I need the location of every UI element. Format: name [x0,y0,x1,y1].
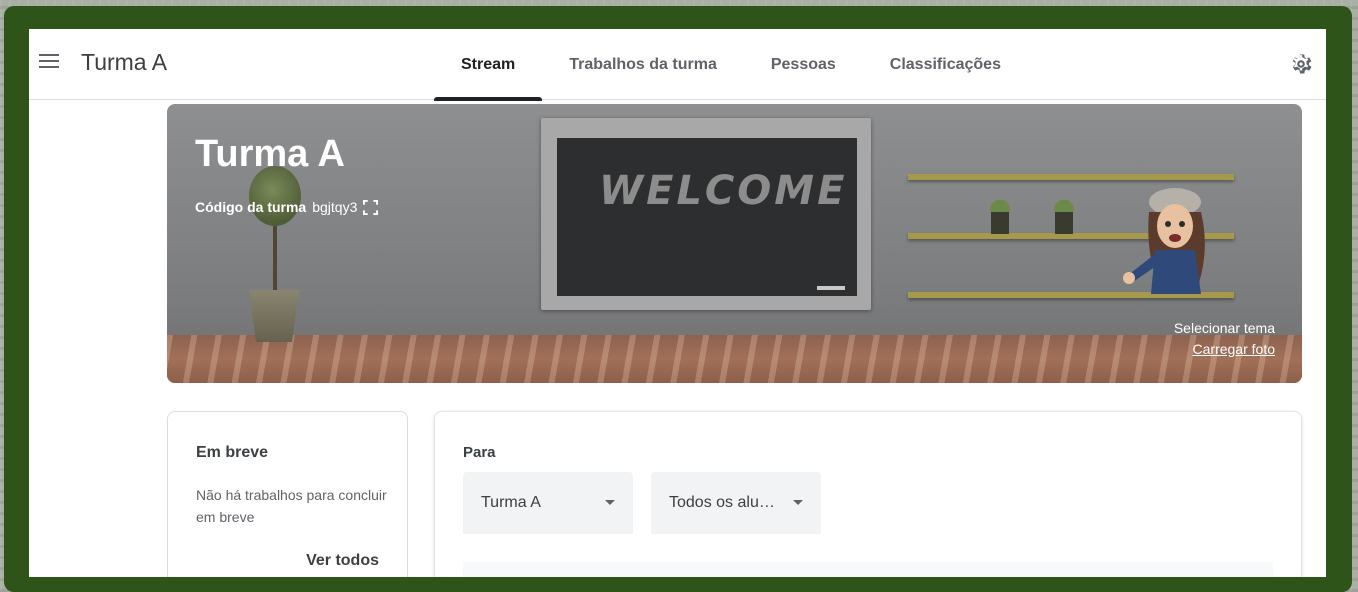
fullscreen-icon[interactable] [363,199,379,215]
dropdown-arrow-icon [793,500,803,505]
select-theme-link[interactable]: Selecionar tema [1174,320,1275,336]
classroom-window: Turma A Stream Trabalhos da turma Pessoa… [29,29,1326,577]
bitmoji-avatar [1123,188,1205,294]
class-tabs: Stream Trabalhos da turma Pessoas Classi… [434,29,1028,101]
class-title[interactable]: Turma A [81,49,167,76]
theme-links: Selecionar tema Carregar foto [1174,320,1275,362]
class-code-label: Código da turma [195,199,307,215]
tab-grades[interactable]: Classificações [863,29,1028,100]
class-select[interactable]: Turma A [463,472,633,534]
class-code-value: bgjtqy3 [312,199,358,215]
class-banner: WELCOME Turma A Código da turma bgjtqy3 … [167,104,1302,383]
upcoming-title: Em breve [196,444,269,461]
students-select[interactable]: Todos os alu… [651,472,821,534]
view-all-button[interactable]: Ver todos [306,552,379,570]
upload-photo-link[interactable]: Carregar foto [1174,341,1275,357]
tab-stream[interactable]: Stream [434,29,543,101]
announcement-input[interactable] [463,562,1273,577]
banner-class-title: Turma A [195,133,345,175]
tab-people[interactable]: Pessoas [744,29,863,100]
announcement-composer: Para Turma A Todos os alu… [434,411,1302,577]
gear-icon[interactable] [1288,51,1314,77]
post-for-label: Para [463,444,496,461]
shelf-top [908,174,1234,180]
top-app-bar: Turma A Stream Trabalhos da turma Pessoa… [29,29,1326,101]
students-select-value: Todos os alu… [669,494,775,511]
plant-pot [249,290,299,342]
dropdown-arrow-icon [605,500,615,505]
upcoming-card: Em breve Não há trabalhos para concluir … [167,411,408,577]
class-code: Código da turma bgjtqy3 [195,199,379,215]
class-select-value: Turma A [481,494,541,511]
banner-floor [167,335,1302,383]
chalkboard-illustration: WELCOME [541,118,871,310]
upcoming-empty-text: Não há trabalhos para concluir em breve [196,487,387,525]
tab-classwork[interactable]: Trabalhos da turma [542,29,744,100]
hamburger-menu-icon[interactable] [39,51,59,71]
welcome-text: WELCOME [599,168,848,214]
